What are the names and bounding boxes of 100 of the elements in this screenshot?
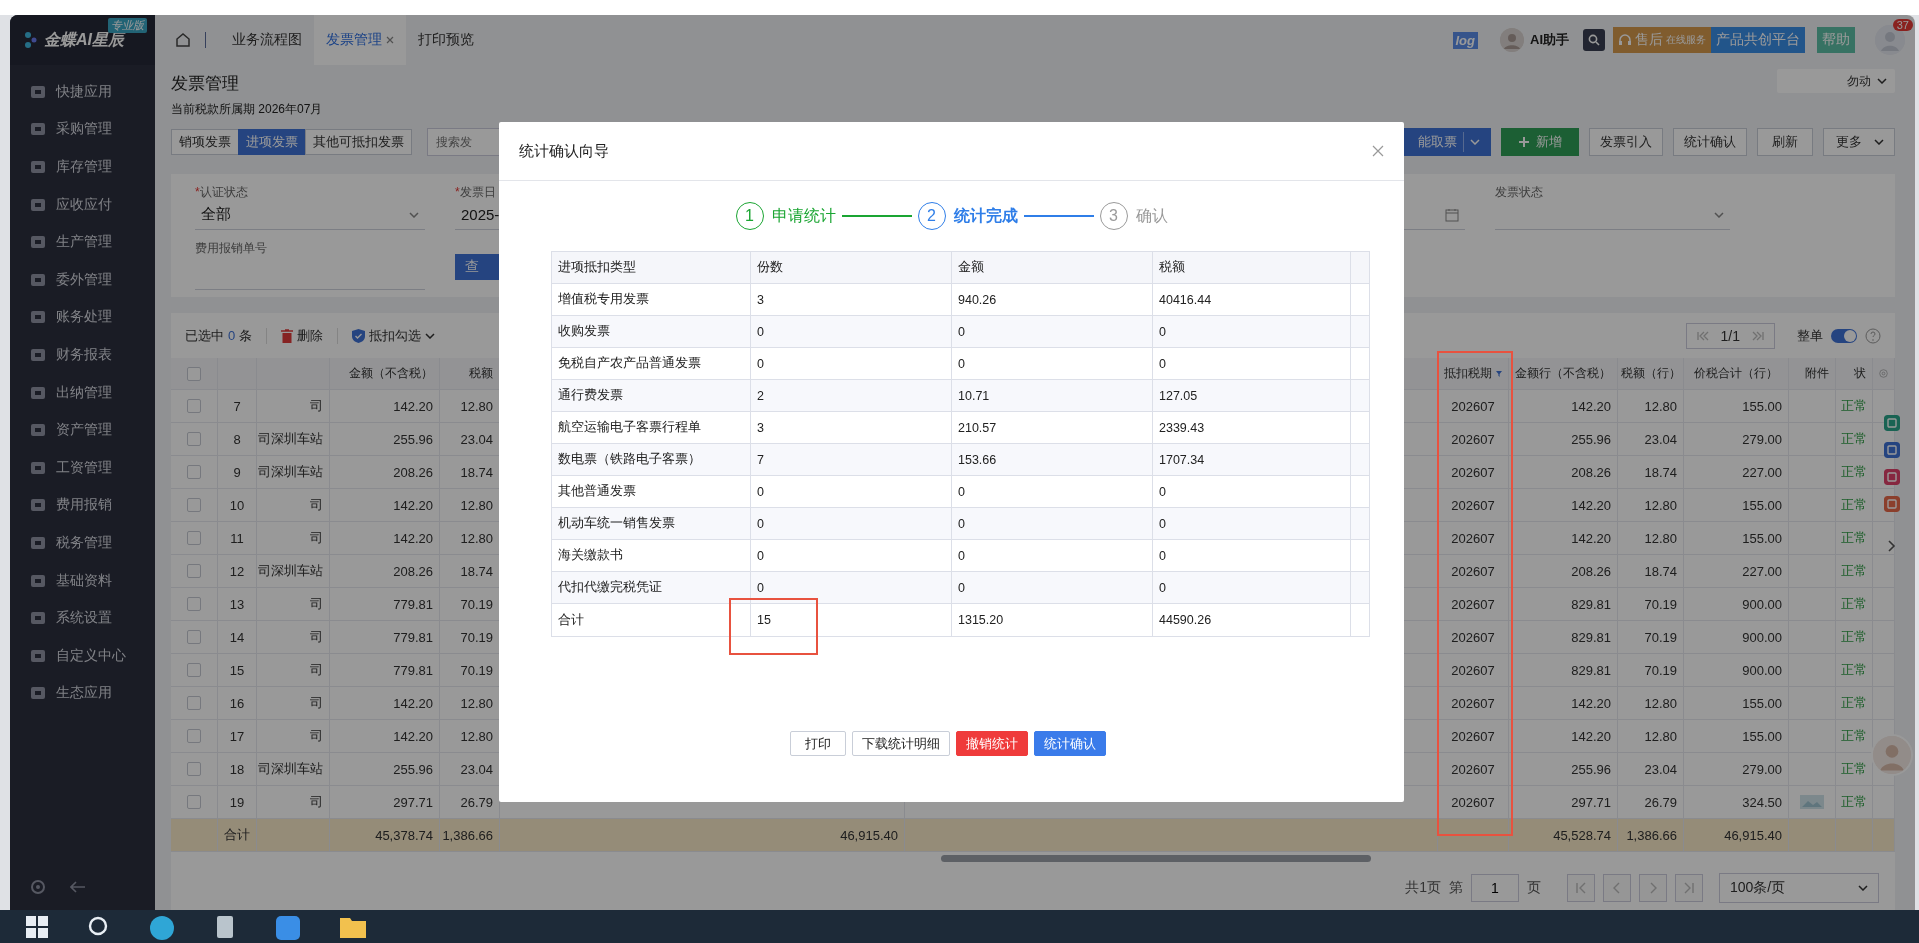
more-button[interactable]: 更多 [1823,128,1895,156]
app-icon[interactable] [214,916,236,938]
checkbox[interactable] [187,531,201,545]
invoice-tab[interactable]: 进项发票 [238,129,306,155]
checkbox[interactable] [187,729,201,743]
settings-icon[interactable] [1879,367,1888,380]
sidebar-item[interactable]: 税务管理 [10,524,155,562]
sidebar-item[interactable]: 应收应付 [10,185,155,224]
column-header[interactable]: 抵扣税期 [1438,358,1509,389]
checkbox[interactable] [187,663,201,677]
add-button[interactable]: 新增 [1501,128,1579,156]
checkbox[interactable] [187,795,201,809]
column-header[interactable]: 状 [1836,358,1873,389]
table-cell: 829.81 [1509,654,1618,686]
sidebar-item[interactable]: 库存管理 [10,148,155,186]
back-arrow-icon[interactable] [70,881,86,893]
sidebar-item[interactable]: 费用报销 [10,486,155,525]
sidebar-item[interactable]: 工资管理 [10,448,155,487]
filter-icon[interactable] [1496,368,1502,379]
app-icon[interactable] [276,916,300,940]
image-thumbnail-icon[interactable] [1800,795,1824,809]
help-icon[interactable] [1865,327,1881,344]
checkbox[interactable] [187,564,201,578]
pager-button[interactable] [1639,874,1667,902]
table-cell: 142.20 [330,720,440,752]
sidebar-item[interactable]: 自定义中心 [10,636,155,675]
invoice-tab[interactable]: 其他可抵扣发票 [305,129,412,155]
invoice-tab[interactable]: 销项发票 [171,129,239,155]
pager-button[interactable] [1567,874,1595,902]
checkbox[interactable] [187,762,201,776]
checkbox[interactable] [187,696,201,710]
assistant-label[interactable]: AI助手 [1530,31,1569,49]
close-icon[interactable] [386,36,394,44]
column-header[interactable]: 价税合计（行） [1684,358,1789,389]
org-select[interactable]: 勿动 [1777,69,1895,93]
sidebar-item[interactable]: 委外管理 [10,260,155,299]
action-button[interactable]: 刷新 [1757,128,1813,156]
tool-icon[interactable] [1884,469,1900,485]
column-header[interactable]: 金额（不含税） [330,358,440,389]
page-input[interactable]: 1 [1471,874,1519,902]
pager-button[interactable] [1675,874,1703,902]
page-tab[interactable]: 打印预览 [406,15,486,65]
chevron-icon [1682,881,1696,895]
search-icon[interactable] [88,916,110,938]
action-button[interactable]: 发票引入 [1589,128,1663,156]
browser-icon[interactable] [150,916,174,940]
checkbox[interactable] [187,465,201,479]
sidebar-item[interactable]: 出纳管理 [10,373,155,412]
sidebar-item[interactable]: 生产管理 [10,223,155,261]
page-tab[interactable]: 业务流程图 [220,15,314,65]
tool-icon[interactable] [1884,415,1900,431]
page-indicator[interactable]: 1/1 [1685,322,1775,349]
sidebar-item[interactable]: 采购管理 [10,110,155,149]
column-header[interactable]: 附件 [1789,358,1836,389]
folder-icon[interactable] [340,916,366,938]
column-header: 进项抵扣类型 [552,252,751,283]
dialog-button[interactable]: 统计确认 [1033,731,1106,756]
platform-button[interactable]: 产品共创平台 [1711,27,1805,53]
sidebar-item[interactable]: 账务处理 [10,298,155,337]
table-cell: 0 [1153,348,1351,379]
table-cell: 26.79 [1618,786,1684,818]
checkbox[interactable] [187,630,201,644]
deduct-button[interactable]: 抵扣勾选 [352,326,436,345]
dialog-button[interactable]: 下载统计明细 [851,731,950,756]
sidebar-item[interactable]: 资产管理 [10,411,155,449]
scrollbar[interactable] [941,855,1371,862]
field-label: 发票状态 [1495,184,1544,200]
search-button[interactable] [1583,29,1605,51]
tool-icon[interactable] [1884,442,1900,458]
chevron-icon[interactable] [1887,539,1897,553]
log-button[interactable]: log [1452,31,1478,49]
checkbox[interactable] [187,366,201,381]
column-header[interactable]: 金额行（不含税） [1509,358,1618,389]
action-button[interactable]: 统计确认 [1673,128,1747,156]
select-field[interactable]: 全部 [195,200,425,230]
delete-button[interactable]: 删除 [281,326,324,345]
column-header[interactable]: 税额（行） [1618,358,1684,389]
sidebar-item[interactable]: 基础资料 [10,561,155,600]
sidebar-item[interactable]: 生态应用 [10,674,155,713]
windows-logo-icon[interactable] [26,916,48,938]
table-cell: 70.19 [1618,654,1684,686]
checkbox[interactable] [187,597,201,611]
pager-button[interactable] [1603,874,1631,902]
checkbox[interactable] [187,432,201,446]
settings-icon[interactable] [30,879,46,895]
sidebar-item[interactable]: 快捷应用 [10,73,155,111]
page-size-select[interactable]: 100条/页 [1719,873,1879,903]
sidebar-item[interactable]: 财务报表 [10,336,155,374]
sidebar-item[interactable]: 系统设置 [10,599,155,637]
page-tab[interactable]: 发票管理 [314,15,406,65]
checkbox[interactable] [187,399,201,413]
table-cell: 2339.43 [1153,412,1351,443]
tool-icon[interactable] [1884,496,1900,512]
dialog-button[interactable]: 撤销统计 [955,731,1028,756]
home-icon[interactable] [175,32,191,48]
table-cell: 合计 [218,819,257,851]
checkbox[interactable] [187,498,201,512]
toggle-switch[interactable] [1831,328,1857,343]
dialog-button[interactable]: 打印 [789,731,846,756]
close-icon[interactable] [1372,145,1384,157]
